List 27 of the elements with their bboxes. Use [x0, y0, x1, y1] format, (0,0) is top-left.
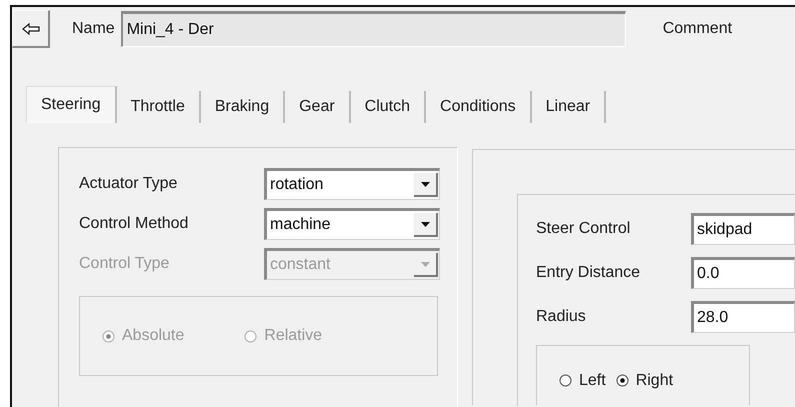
input-field[interactable]: 0.0 [691, 257, 795, 289]
name-label: Name [72, 20, 115, 38]
field-label: Control Type [79, 255, 170, 273]
tab[interactable]: Braking [200, 91, 286, 123]
radio-option[interactable]: Left [559, 372, 606, 390]
input-field[interactable]: 28.0 [691, 301, 795, 333]
field-label: Control Method [79, 215, 190, 233]
radio-option[interactable]: Right [616, 372, 674, 390]
dropdown[interactable]: machine [264, 208, 440, 240]
dropdown[interactable]: rotation [264, 168, 440, 200]
left-arrow-icon [22, 22, 40, 34]
radio-icon[interactable] [559, 374, 572, 387]
tab[interactable]: Linear [532, 91, 606, 123]
tab[interactable]: Steering [26, 86, 117, 123]
tab[interactable]: Conditions [426, 91, 532, 123]
tab[interactable]: Gear [285, 91, 351, 123]
field-label: Radius [536, 308, 587, 326]
back-button[interactable] [12, 10, 50, 48]
tab[interactable]: Clutch [350, 91, 426, 123]
comment-label: Comment [662, 20, 732, 38]
field-label: Steer Control [536, 220, 632, 238]
name-field[interactable]: Mini_4 - Der [120, 11, 626, 47]
radio-icon[interactable] [616, 374, 629, 387]
field-label: Actuator Type [79, 175, 178, 193]
field-label: Entry Distance [536, 264, 642, 282]
input-field[interactable]: skidpad [691, 213, 795, 245]
tab[interactable]: Throttle [116, 91, 201, 123]
